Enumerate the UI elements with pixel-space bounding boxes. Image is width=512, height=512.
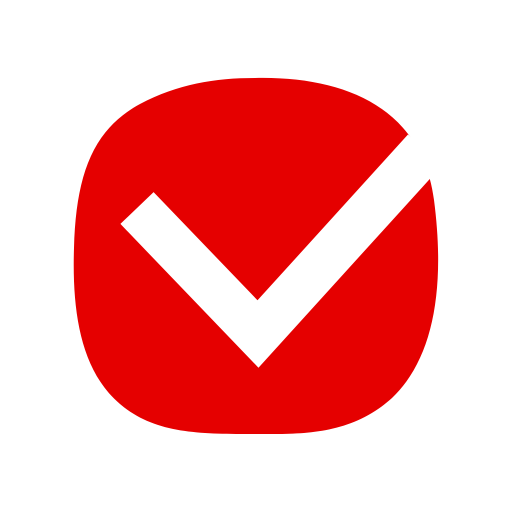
icon-canvas — [0, 0, 512, 512]
checkmark-app-icon[interactable] — [0, 0, 512, 512]
badge-shape — [73, 77, 439, 435]
